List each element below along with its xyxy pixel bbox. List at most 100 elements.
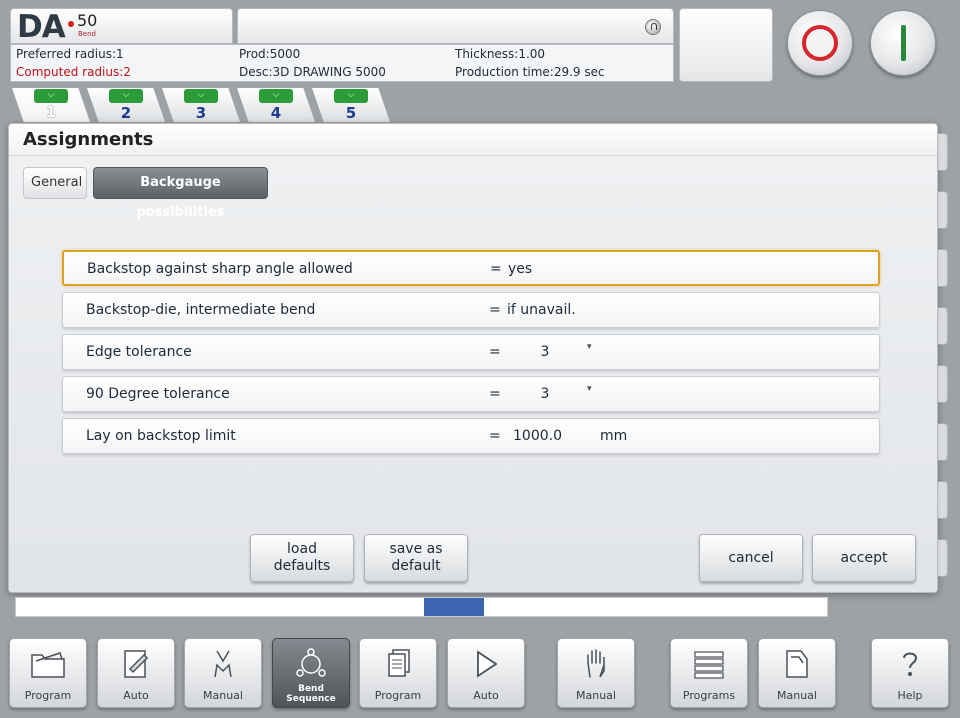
stop-icon bbox=[802, 25, 838, 61]
drawer-icon bbox=[759, 647, 835, 683]
param-equals: = bbox=[489, 386, 501, 402]
nav-help[interactable]: Help bbox=[871, 638, 949, 708]
bend-step-icon: ⌵ bbox=[109, 89, 143, 103]
folder-icon bbox=[10, 647, 86, 683]
logo-brand: DA bbox=[17, 9, 66, 45]
bend-step-icon: ⌵ bbox=[184, 89, 218, 103]
edit-icon bbox=[98, 647, 174, 683]
logo-sub: Bend bbox=[78, 30, 96, 38]
dialog-title: Assignments bbox=[23, 129, 154, 150]
hand-icon bbox=[558, 647, 634, 683]
button-label: load defaults bbox=[274, 541, 331, 575]
tab-step-label: 4 bbox=[270, 104, 282, 122]
tab-step-2[interactable]: ⌵ 2 bbox=[87, 88, 165, 122]
assignments-dialog: Assignments General Backgauge possibilit… bbox=[8, 123, 938, 593]
param-label: Backstop against sharp angle allowed bbox=[87, 261, 353, 277]
logo-dot bbox=[68, 21, 74, 27]
production-time: Production time:29.9 sec bbox=[455, 65, 605, 79]
param-value: 1000.0 bbox=[513, 428, 562, 444]
side-tab[interactable] bbox=[938, 307, 948, 345]
prod-number: Prod:5000 bbox=[239, 47, 301, 61]
dropdown-arrow-icon[interactable]: ▾ bbox=[587, 342, 592, 352]
nav-manual-3[interactable]: Manual bbox=[758, 638, 836, 708]
tab-step-label: 1 bbox=[45, 103, 57, 121]
param-label: Backstop-die, intermediate bend bbox=[86, 302, 316, 318]
bend-sequence-strip[interactable] bbox=[15, 597, 828, 617]
dialog-header: Assignments bbox=[9, 124, 937, 156]
tab-step-5[interactable]: ⌵ 5 bbox=[312, 88, 390, 122]
nav-program-2[interactable]: Program bbox=[359, 638, 437, 708]
side-tab[interactable] bbox=[938, 481, 948, 519]
dialog-body: General Backgauge possibilities Backstop… bbox=[9, 156, 937, 592]
computed-radius: Computed radius:2 bbox=[16, 65, 131, 79]
start-icon bbox=[901, 25, 906, 61]
nav-label: Help bbox=[897, 689, 923, 702]
bend-step-icon: ⌵ bbox=[334, 89, 368, 103]
nav-auto-2[interactable]: Auto bbox=[447, 638, 525, 708]
param-value: if unavail. bbox=[507, 302, 576, 318]
nav-label: Manual bbox=[576, 689, 616, 702]
load-defaults-button[interactable]: load defaults bbox=[250, 534, 354, 582]
save-as-default-button[interactable]: save as default bbox=[364, 534, 468, 582]
title-bar bbox=[237, 8, 674, 44]
bend-step-tabs: ⌵ 1 ⌵ 2 ⌵ 3 ⌵ 4 ⌵ 5 bbox=[12, 88, 392, 122]
nav-label: Program bbox=[24, 689, 72, 702]
dropdown-arrow-icon[interactable]: ▾ bbox=[587, 384, 592, 394]
tab-step-3[interactable]: ⌵ 3 bbox=[162, 88, 240, 122]
param-row-intermediate-bend[interactable]: Backstop-die, intermediate bend = if una… bbox=[62, 292, 880, 328]
param-equals: = bbox=[489, 302, 501, 318]
side-tab[interactable] bbox=[938, 133, 948, 171]
logo: DA 50 Bend bbox=[10, 8, 233, 45]
param-row-sharp-angle[interactable]: Backstop against sharp angle allowed = y… bbox=[62, 250, 880, 286]
nav-label: Programs bbox=[682, 689, 736, 702]
nav-manual[interactable]: Manual bbox=[184, 638, 262, 708]
lock-icon[interactable] bbox=[645, 19, 661, 35]
param-label: Lay on backstop limit bbox=[86, 428, 236, 444]
status-panel bbox=[679, 8, 773, 82]
tab-general[interactable]: General bbox=[23, 167, 87, 199]
param-value: 3 bbox=[540, 344, 550, 360]
side-tab[interactable] bbox=[938, 191, 948, 229]
nav-program[interactable]: Program bbox=[9, 638, 87, 708]
question-icon bbox=[872, 647, 948, 683]
play-icon bbox=[448, 647, 524, 683]
nav-label: Manual bbox=[777, 689, 817, 702]
side-tab[interactable] bbox=[938, 249, 948, 287]
logo-model: 50 bbox=[77, 11, 98, 30]
nav-programs[interactable]: Programs bbox=[670, 638, 748, 708]
list-icon bbox=[671, 647, 747, 683]
nav-manual-2[interactable]: Manual bbox=[557, 638, 635, 708]
bend-step-icon: ⌵ bbox=[34, 89, 68, 103]
param-value: yes bbox=[508, 261, 533, 277]
param-row-90-degree-tolerance[interactable]: 90 Degree tolerance = 3 ▾ bbox=[62, 376, 880, 412]
nav-bend-sequence[interactable]: Bend Sequence bbox=[272, 638, 350, 708]
program-info: Preferred radius:1 Computed radius:2 Pro… bbox=[10, 44, 674, 82]
button-label-line: save as bbox=[389, 541, 443, 557]
thickness: Thickness:1.00 bbox=[455, 47, 546, 61]
tab-step-1[interactable]: ⌵ 1 bbox=[12, 88, 90, 122]
nav-label: Manual bbox=[203, 689, 243, 702]
strip-position-marker bbox=[424, 598, 484, 616]
side-tab[interactable] bbox=[938, 365, 948, 403]
param-row-edge-tolerance[interactable]: Edge tolerance = 3 ▾ bbox=[62, 334, 880, 370]
button-label: save as default bbox=[389, 541, 442, 575]
tab-step-label: 3 bbox=[195, 104, 207, 122]
button-label-line: load bbox=[287, 541, 317, 557]
start-button[interactable] bbox=[870, 10, 936, 76]
tab-step-4[interactable]: ⌵ 4 bbox=[237, 88, 315, 122]
accept-button[interactable]: accept bbox=[812, 534, 916, 582]
nav-auto[interactable]: Auto bbox=[97, 638, 175, 708]
side-tab[interactable] bbox=[938, 423, 948, 461]
param-row-backstop-limit[interactable]: Lay on backstop limit = 1000.0 mm bbox=[62, 418, 880, 454]
tab-backgauge-possibilities[interactable]: Backgauge possibilities bbox=[93, 167, 268, 220]
param-label: 90 Degree tolerance bbox=[86, 386, 230, 402]
cancel-button[interactable]: cancel bbox=[699, 534, 803, 582]
param-value: 3 bbox=[540, 386, 550, 402]
pages-icon bbox=[360, 647, 436, 683]
param-label: Edge tolerance bbox=[86, 344, 192, 360]
nav-label: Bend Sequence bbox=[286, 684, 336, 704]
nav-label: Auto bbox=[123, 689, 149, 702]
stop-button[interactable] bbox=[787, 10, 853, 76]
side-tab[interactable] bbox=[938, 539, 948, 577]
nav-label: Program bbox=[374, 689, 422, 702]
